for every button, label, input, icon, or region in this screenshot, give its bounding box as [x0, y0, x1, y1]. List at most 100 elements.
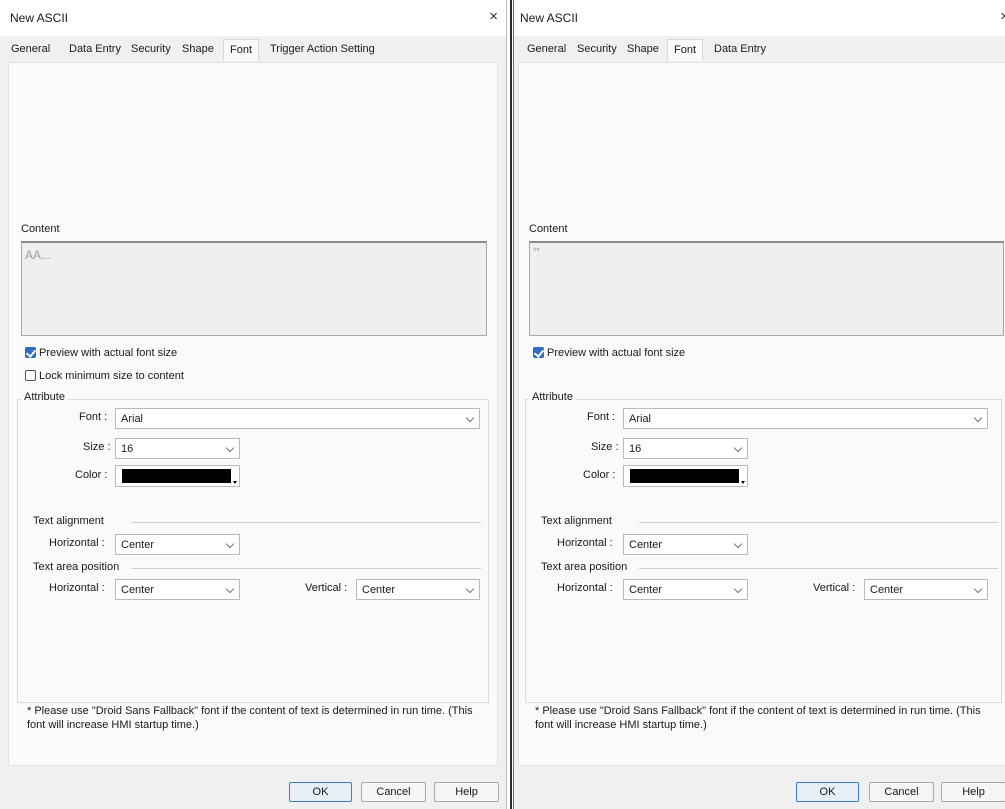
title-bar: New ASCII × — [0, 0, 506, 36]
align-horizontal-select[interactable]: Center — [623, 534, 748, 555]
size-select-value: 16 — [121, 443, 134, 455]
align-horizontal-label: Horizontal : — [557, 537, 613, 549]
align-horizontal-value: Center — [629, 539, 663, 551]
text-alignment-label: Text alignment — [33, 515, 104, 527]
align-horizontal-value: Center — [121, 539, 155, 551]
tab-general[interactable]: General — [527, 43, 566, 55]
chevron-down-icon — [225, 443, 235, 453]
area-horizontal-value: Center — [629, 584, 663, 596]
color-swatch — [122, 469, 231, 483]
text-area-position-divider — [131, 568, 481, 569]
size-select[interactable]: 16 — [115, 438, 240, 459]
font-label: Font : — [587, 411, 616, 423]
font-note: * Please use "Droid Sans Fallback" font … — [27, 705, 473, 731]
font-note: * Please use "Droid Sans Fallback" font … — [535, 705, 981, 731]
text-alignment-divider — [131, 522, 481, 523]
lock-min-size-checkbox[interactable] — [25, 370, 36, 381]
chevron-down-icon — [733, 584, 743, 594]
close-icon[interactable]: × — [489, 8, 498, 26]
font-tab-panel: Content ** Preview with actual font size… — [518, 62, 1005, 766]
content-label: Content — [21, 223, 60, 235]
ok-button[interactable]: OK — [289, 782, 352, 802]
size-select[interactable]: 16 — [623, 438, 748, 459]
help-button[interactable]: Help — [941, 782, 1005, 802]
align-horizontal-select[interactable]: Center — [115, 534, 240, 555]
tab-general[interactable]: General — [11, 43, 50, 55]
text-alignment-divider — [639, 522, 998, 523]
text-area-position-label: Text area position — [541, 561, 628, 573]
area-horizontal-value: Center — [121, 584, 155, 596]
font-select-value: Arial — [629, 413, 652, 425]
lock-min-size-label: Lock minimum size to content — [39, 370, 184, 382]
preview-actual-size-label: Preview with actual font size — [39, 347, 178, 359]
content-preview-text: AA... — [25, 248, 52, 262]
area-vertical-select[interactable]: Center — [864, 579, 988, 600]
tab-security[interactable]: Security — [577, 43, 617, 55]
help-button[interactable]: Help — [434, 782, 499, 802]
tab-data-entry[interactable]: Data Entry — [714, 43, 766, 55]
area-vertical-value: Center — [870, 584, 904, 596]
color-label: Color : — [583, 469, 616, 481]
dialog-right: New ASCII × General Security Shape Font … — [513, 0, 1005, 809]
align-horizontal-label: Horizontal : — [49, 537, 105, 549]
tab-data-entry[interactable]: Data Entry — [69, 43, 121, 55]
tab-shape[interactable]: Shape — [182, 43, 214, 55]
font-select-value: Arial — [121, 413, 144, 425]
dialog-left: New ASCII × General Data Entry Security … — [0, 0, 507, 809]
cancel-button[interactable]: Cancel — [361, 782, 426, 802]
size-label: Size : — [591, 441, 619, 453]
chevron-down-icon — [225, 539, 235, 549]
tab-security[interactable]: Security — [131, 43, 171, 55]
text-area-position-label: Text area position — [33, 561, 120, 573]
area-vertical-select[interactable]: Center — [356, 579, 480, 600]
size-label: Size : — [83, 441, 111, 453]
tab-trigger-action-setting[interactable]: Trigger Action Setting — [270, 43, 375, 55]
cancel-button[interactable]: Cancel — [869, 782, 934, 802]
color-swatch — [630, 469, 739, 483]
content-preview: AA... — [21, 241, 487, 336]
dropdown-arrow-icon — [233, 481, 237, 484]
dropdown-arrow-icon — [741, 481, 745, 484]
font-select[interactable]: Arial — [115, 408, 480, 429]
tab-font[interactable]: Font — [667, 39, 704, 61]
color-picker[interactable] — [623, 465, 748, 487]
tab-bar: General Security Shape Font Data Entry — [518, 38, 1005, 62]
text-alignment-label: Text alignment — [541, 515, 612, 527]
size-select-value: 16 — [629, 443, 642, 455]
content-label: Content — [529, 223, 568, 235]
color-picker[interactable] — [115, 465, 240, 487]
dialog-title: New ASCII — [520, 11, 579, 25]
chevron-down-icon — [465, 584, 475, 594]
content-preview: ** — [529, 241, 1004, 336]
ok-button[interactable]: OK — [796, 782, 859, 802]
preview-actual-size-checkbox[interactable] — [533, 347, 544, 358]
title-bar: New ASCII × — [514, 0, 1005, 36]
content-preview-text: ** — [533, 246, 541, 256]
attribute-group-title: Attribute — [21, 391, 68, 403]
font-label: Font : — [79, 411, 108, 423]
font-tab-panel: Content AA... Preview with actual font s… — [8, 62, 498, 766]
chevron-down-icon — [973, 584, 983, 594]
area-vertical-value: Center — [362, 584, 396, 596]
tab-shape[interactable]: Shape — [627, 43, 659, 55]
dialog-title: New ASCII — [10, 11, 69, 25]
area-horizontal-label: Horizontal : — [49, 582, 105, 594]
attribute-group-title: Attribute — [529, 391, 576, 403]
tab-bar: General Data Entry Security Shape Font T… — [8, 38, 506, 62]
tab-font[interactable]: Font — [223, 39, 260, 61]
chevron-down-icon — [973, 413, 983, 423]
area-vertical-label: Vertical : — [813, 582, 856, 594]
text-area-position-divider — [639, 568, 998, 569]
color-label: Color : — [75, 469, 108, 481]
chevron-down-icon — [733, 539, 743, 549]
area-horizontal-label: Horizontal : — [557, 582, 613, 594]
preview-actual-size-checkbox[interactable] — [25, 347, 36, 358]
preview-actual-size-label: Preview with actual font size — [547, 347, 686, 359]
chevron-down-icon — [225, 584, 235, 594]
close-icon[interactable]: × — [1000, 8, 1005, 26]
font-select[interactable]: Arial — [623, 408, 988, 429]
chevron-down-icon — [465, 413, 475, 423]
area-vertical-label: Vertical : — [305, 582, 348, 594]
area-horizontal-select[interactable]: Center — [623, 579, 748, 600]
area-horizontal-select[interactable]: Center — [115, 579, 240, 600]
